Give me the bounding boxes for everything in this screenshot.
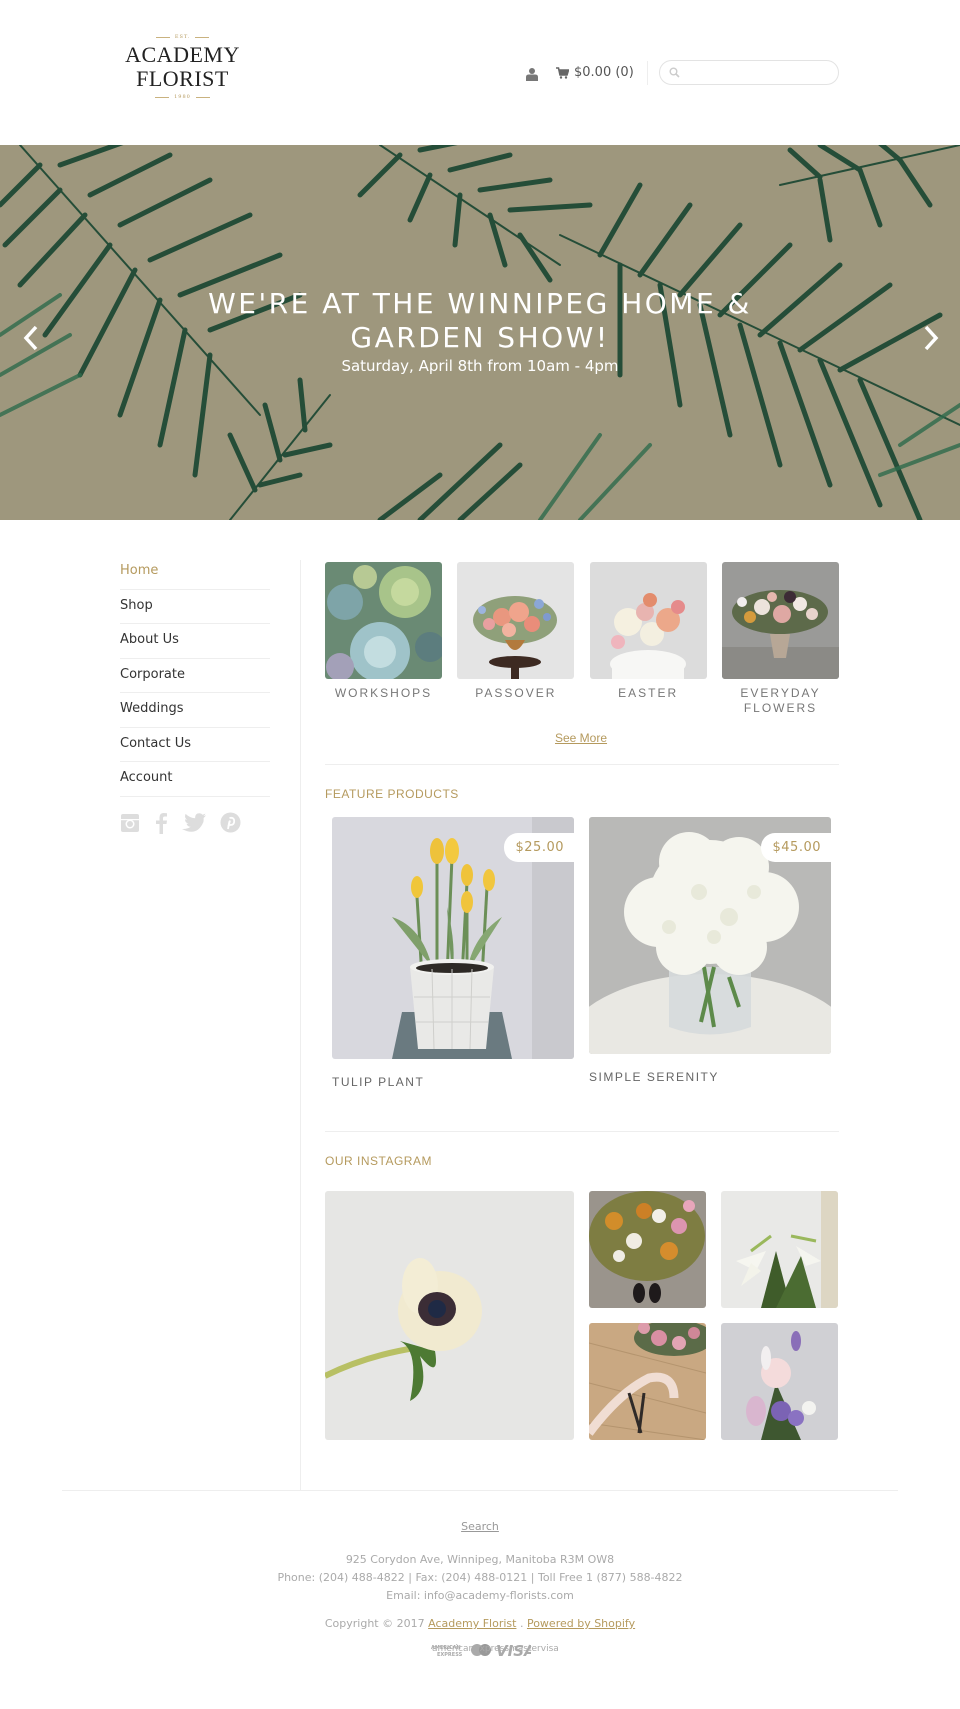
hero-title: WE'RE AT THE WINNIPEG HOME & GARDEN SHOW… [208, 287, 752, 354]
sidebar-item-contact-us[interactable]: Contact Us [120, 728, 270, 762]
payment-alt-text: americanexpressmastervisa [432, 1644, 559, 1654]
facebook-icon[interactable] [154, 812, 168, 838]
sidebar-item-account[interactable]: Account [120, 762, 270, 797]
cart-link[interactable]: $0.00 (0) [556, 65, 634, 80]
see-more-link[interactable]: See More [555, 731, 607, 745]
sidebar-item-corporate[interactable]: Corporate [120, 659, 270, 693]
product-image: $45.00 [589, 817, 831, 1054]
collection-label: EVERYDAY FLOWERS [740, 686, 821, 715]
collections-grid: WORKSHOPS PASSOVER EASTER EVERYDAY FLOWE… [325, 562, 839, 716]
instagram-post[interactable] [721, 1191, 838, 1308]
powered-by-link[interactable]: Powered by Shopify [527, 1617, 635, 1630]
price-badge: $45.00 [760, 833, 831, 862]
sidebar-item-about-us[interactable]: About Us [120, 624, 270, 659]
chevron-right-icon [924, 325, 939, 351]
instagram-post[interactable] [589, 1323, 706, 1440]
featured-products-heading: FEATURE PRODUCTS [325, 787, 459, 801]
product-card-tulip-plant[interactable]: $25.00 TULIP PLANT [332, 817, 574, 1089]
social-links [120, 812, 270, 838]
footer-search-link[interactable]: Search [0, 1520, 960, 1533]
collection-label: WORKSHOPS [334, 686, 433, 700]
price-badge: $25.00 [503, 833, 574, 862]
sidebar-item-shop[interactable]: Shop [120, 590, 270, 624]
collection-label: EASTER [618, 686, 679, 700]
header-divider [646, 60, 648, 85]
payment-icons: AMERICANEXPRESS VISA americanexpressmast… [0, 1640, 960, 1660]
sidebar-item-home[interactable]: Home [120, 555, 270, 590]
search-box[interactable] [658, 60, 839, 85]
search-icon [669, 67, 680, 78]
site-header: EST. ACADEMY FLORIST 1980 $0.00 (0) [0, 0, 960, 145]
logo-name-line1: ACADEMY [125, 42, 240, 67]
slide-next-button[interactable] [918, 323, 942, 353]
search-input[interactable] [683, 66, 824, 79]
logo[interactable]: EST. ACADEMY FLORIST 1980 [125, 34, 240, 100]
footer-copyright: Copyright © 2017 Academy Florist . Power… [0, 1617, 960, 1630]
footer-email: Email: info@academy-florists.com [386, 1589, 574, 1602]
pinterest-icon[interactable] [220, 812, 241, 837]
product-title[interactable]: TULIP PLANT [332, 1075, 574, 1089]
chevron-left-icon [23, 325, 38, 351]
cart-icon [556, 66, 569, 79]
footer-divider [62, 1490, 898, 1491]
sidebar-item-weddings[interactable]: Weddings [120, 693, 270, 728]
brand-link[interactable]: Academy Florist [428, 1617, 516, 1630]
instagram-post[interactable] [325, 1191, 574, 1440]
instagram-icon[interactable] [120, 813, 140, 837]
sidebar-divider [300, 560, 301, 1490]
collection-image [457, 562, 575, 679]
collection-everyday-flowers[interactable]: EVERYDAY FLOWERS [721, 562, 839, 716]
collection-passover[interactable]: PASSOVER [457, 562, 575, 716]
logo-year: 1980 [125, 94, 240, 100]
site-footer: Search 925 Corydon Ave, Winnipeg, Manito… [0, 1520, 960, 1660]
product-title[interactable]: SIMPLE SERENITY [589, 1070, 831, 1084]
collection-image [325, 562, 442, 679]
footer-address: 925 Corydon Ave, Winnipeg, Manitoba R3M … [345, 1553, 615, 1566]
instagram-post[interactable] [721, 1323, 838, 1440]
user-icon[interactable] [526, 66, 540, 81]
instagram-heading: OUR INSTAGRAM [325, 1154, 432, 1168]
collection-workshops[interactable]: WORKSHOPS [325, 562, 442, 716]
header-tools: $0.00 (0) [526, 60, 839, 85]
hero-slideshow: WE'RE AT THE WINNIPEG HOME & GARDEN SHOW… [0, 145, 960, 520]
cart-total: $0.00 (0) [574, 65, 634, 80]
collection-easter[interactable]: EASTER [589, 562, 707, 716]
collection-label: PASSOVER [475, 686, 557, 700]
product-card-simple-serenity[interactable]: $45.00 SIMPLE SERENITY [589, 817, 831, 1084]
copyright-separator: . [519, 1617, 524, 1630]
instagram-post[interactable] [589, 1191, 706, 1308]
product-image: $25.00 [332, 817, 574, 1059]
footer-phone: Phone: (204) 488-4822 | Fax: (204) 488-0… [277, 1571, 683, 1584]
section-divider [325, 1131, 839, 1132]
copyright-text: Copyright © 2017 [324, 1617, 425, 1630]
slide-prev-button[interactable] [20, 323, 44, 353]
logo-name-line2: FLORIST [136, 66, 229, 91]
collection-image [721, 562, 839, 679]
hero-subtitle: Saturday, April 8th from 10am - 4pm [341, 357, 619, 375]
logo-est: EST. [125, 34, 240, 40]
sidebar-nav: Home Shop About Us Corporate Weddings Co… [120, 555, 270, 838]
twitter-icon[interactable] [182, 812, 206, 837]
section-divider [325, 764, 839, 765]
collection-image [589, 562, 707, 679]
